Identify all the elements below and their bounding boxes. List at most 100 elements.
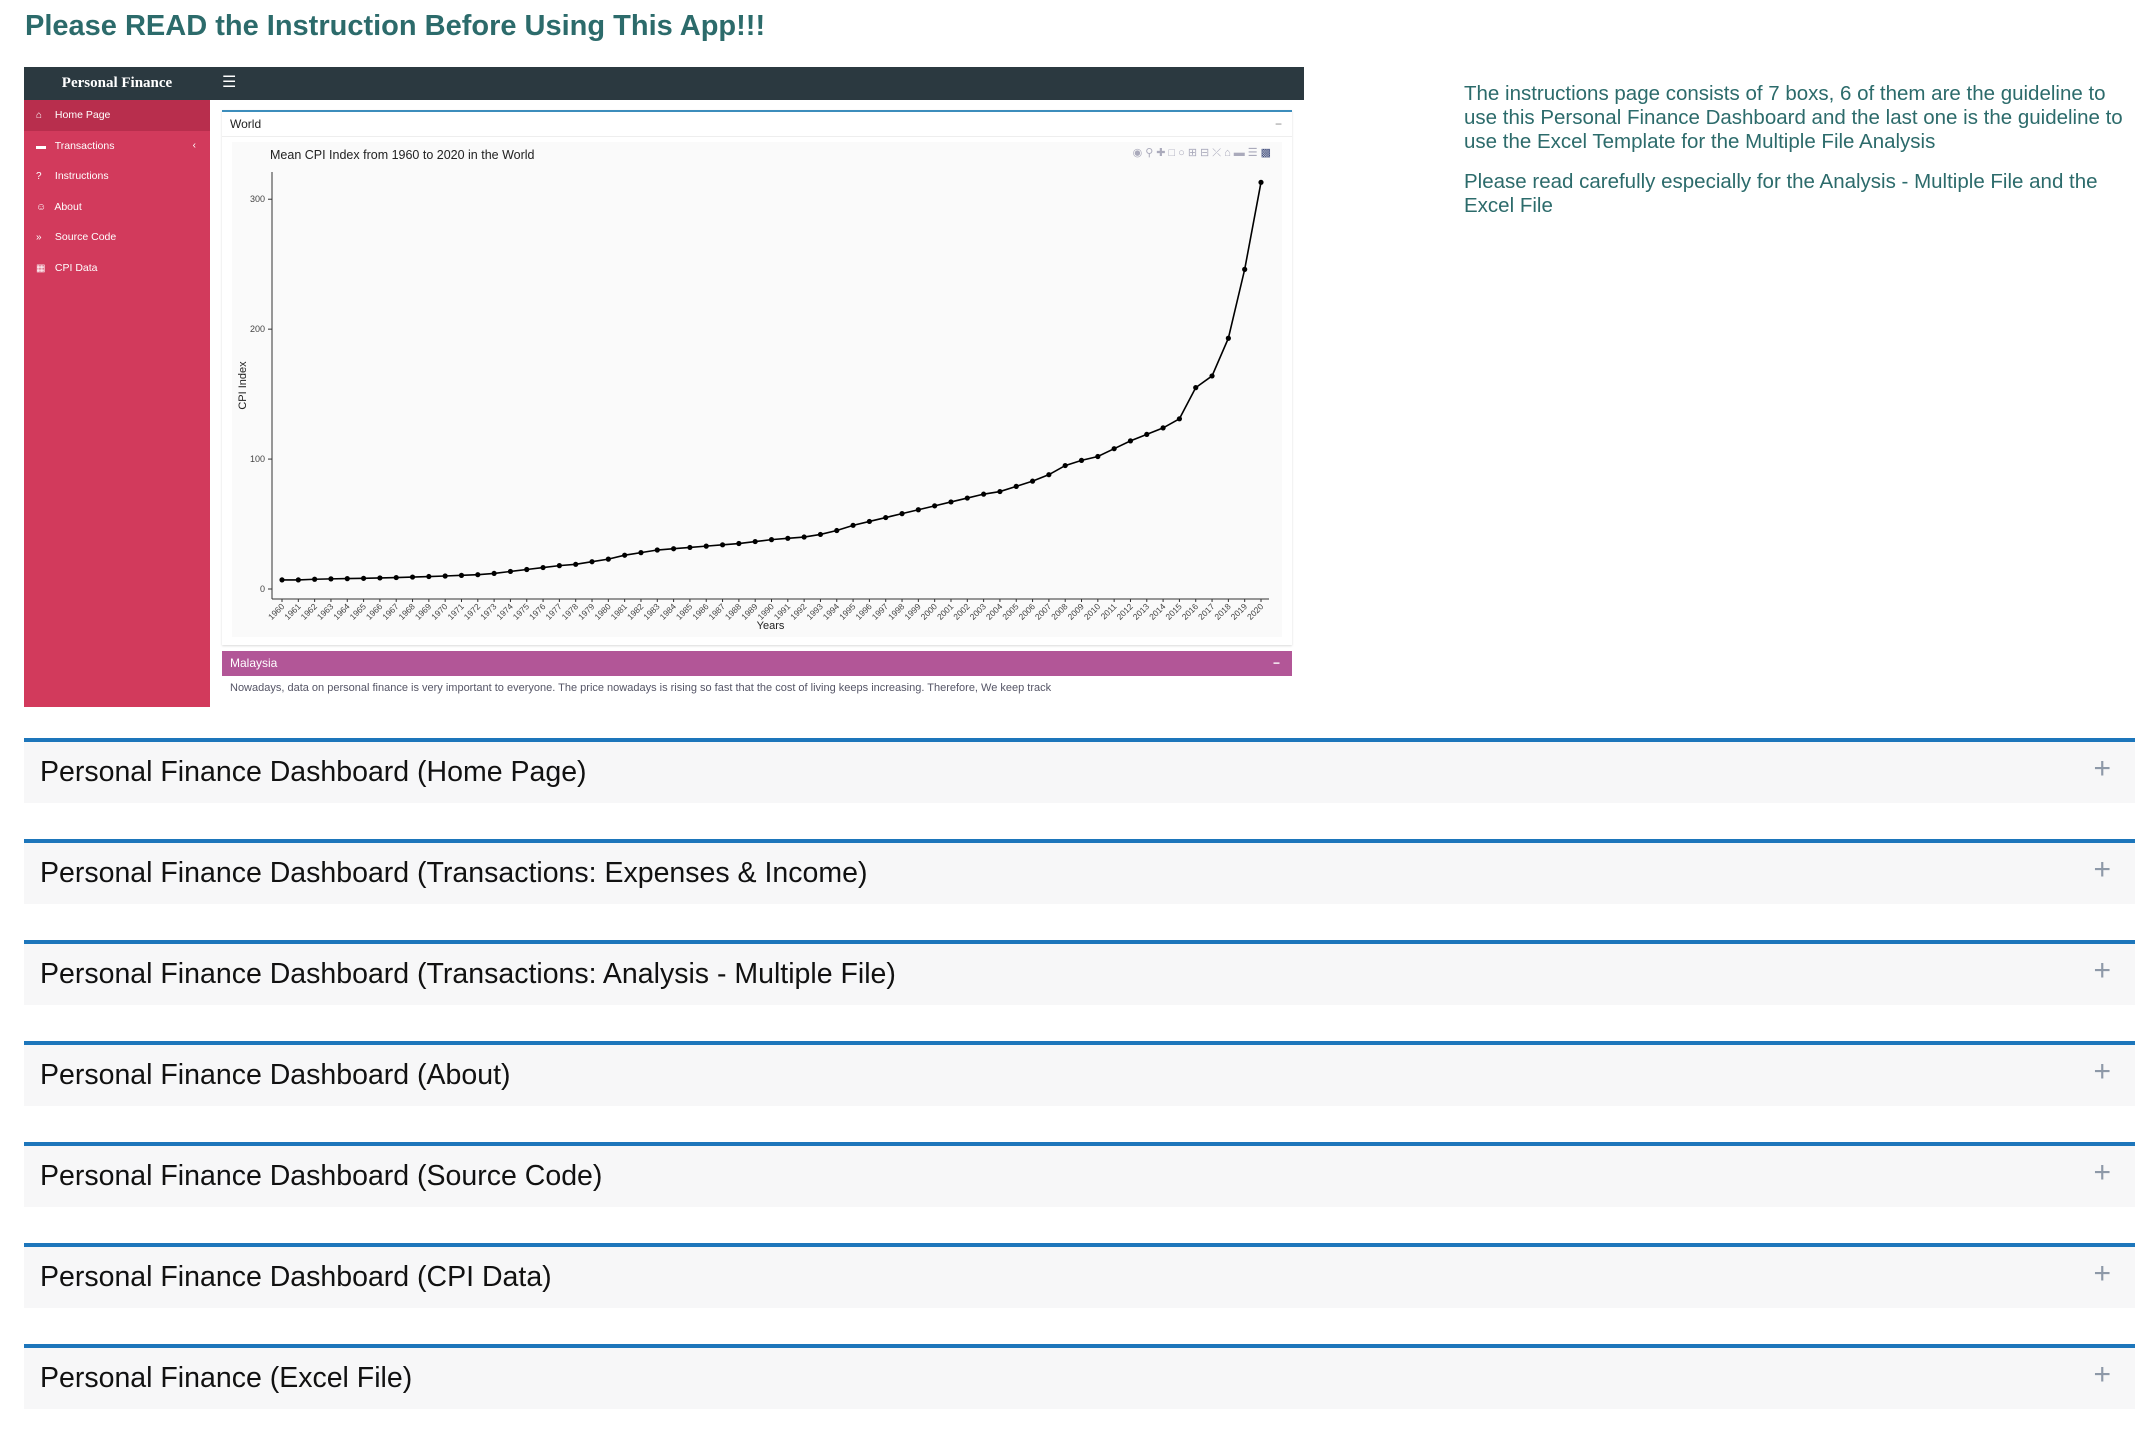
x-tick-label: 1986 [690, 601, 711, 622]
accordion-item-source-code[interactable]: Personal Finance Dashboard (Source Code)… [24, 1142, 2135, 1207]
data-point [1078, 457, 1085, 463]
x-tick-label: 2005 [1000, 601, 1021, 622]
x-tick-label: 1983 [641, 601, 662, 622]
x-tick-label: 2010 [1082, 601, 1103, 622]
data-point [377, 575, 383, 581]
x-tick-label: 2000 [919, 601, 940, 622]
world-box: World − Mean CPI Index from 1960 to 2020… [222, 110, 1292, 645]
x-tick-label: 1995 [837, 601, 858, 622]
x-tick-label: 2007 [1033, 601, 1054, 622]
accordion-title: Personal Finance (Excel File) [40, 1362, 413, 1394]
x-tick-label: 1963 [315, 601, 336, 622]
data-point [1160, 425, 1166, 431]
x-tick-label: 1984 [658, 601, 679, 622]
world-box-header: World − [222, 112, 1292, 137]
x-tick-label: 1974 [494, 601, 515, 622]
cpi-plot: Mean CPI Index from 1960 to 2020 in the … [232, 142, 1282, 637]
x-tick-label: 1971 [445, 601, 466, 622]
x-tick-label: 2006 [1017, 601, 1038, 622]
plus-icon[interactable]: + [2093, 853, 2111, 887]
x-tick-label: 2003 [968, 601, 989, 622]
data-point [1013, 483, 1019, 489]
minimize-icon: − [1272, 656, 1280, 670]
instructions-description: The instructions page consists of 7 boxs… [1464, 82, 2136, 234]
home-icon: ⌂ [36, 110, 43, 121]
x-tick-label: 2013 [1131, 601, 1152, 622]
x-tick-label: 1997 [870, 601, 891, 622]
accordion-item-home-page[interactable]: Personal Finance Dashboard (Home Page) + [24, 738, 2135, 803]
x-tick-label: 2016 [1180, 601, 1201, 622]
x-tick-label: 1966 [364, 601, 385, 622]
x-tick-label: 1961 [282, 601, 303, 622]
x-tick-label: 1989 [739, 601, 760, 622]
x-tick-label: 2020 [1245, 601, 1266, 622]
data-point [540, 564, 546, 571]
malaysia-box-title: Malaysia [230, 656, 278, 670]
data-point [360, 575, 367, 581]
accordion-title: Personal Finance Dashboard (Source Code) [40, 1160, 603, 1192]
brand-logo: Personal Finance [61, 75, 173, 91]
data-point [573, 561, 579, 567]
x-tick-label: 2014 [1147, 601, 1168, 622]
plus-icon[interactable]: + [2093, 1055, 2111, 1089]
accordion-item-about[interactable]: Personal Finance Dashboard (About) + [24, 1041, 2135, 1106]
description-paragraph: Please read carefully especially for the… [1464, 170, 2098, 217]
x-tick-label: 1976 [527, 601, 548, 622]
data-point [1209, 373, 1215, 379]
x-tick-label: 1965 [348, 601, 369, 622]
data-point [736, 540, 742, 547]
data-point [475, 572, 481, 578]
accordion-item-excel-file[interactable]: Personal Finance (Excel File) + [24, 1344, 2135, 1409]
x-tick-label: 1991 [772, 601, 793, 622]
x-tick-label: 1979 [576, 601, 597, 622]
sidebar-item-cpi-data: ▦ CPI Data [24, 253, 210, 284]
x-tick-label: 1968 [396, 601, 417, 622]
x-tick-label: 1969 [413, 601, 434, 622]
accordion-item-cpi-data[interactable]: Personal Finance Dashboard (CPI Data) + [24, 1243, 2135, 1308]
x-tick-label: 1994 [821, 601, 842, 622]
plus-icon[interactable]: + [2093, 1156, 2111, 1190]
table-icon: ▦ [36, 262, 46, 274]
plus-icon[interactable]: + [2093, 1358, 2111, 1392]
sidebar: ⌂ Home Page ▬ Transactions ‹ ? Instructi… [24, 100, 210, 707]
double-chevron-icon: » [36, 232, 42, 243]
cpi-chart-svg: 0100200300196019611962196319641965196619… [237, 172, 1269, 632]
content-area: World − Mean CPI Index from 1960 to 2020… [210, 100, 1304, 707]
data-point [1046, 472, 1052, 478]
data-point [1176, 416, 1183, 422]
series-line [282, 182, 1262, 581]
x-tick-label: 1996 [853, 601, 874, 622]
accordion-item-transactions-expenses-income[interactable]: Personal Finance Dashboard (Transactions… [24, 839, 2135, 904]
description-paragraph: The instructions page consists of 7 boxs… [1464, 82, 2123, 153]
sidebar-item-label: About [54, 200, 82, 213]
x-tick-label: 2004 [984, 601, 1005, 622]
data-point [801, 534, 807, 540]
sidebar-item-about: ☺ About [24, 192, 210, 223]
data-point [1144, 431, 1150, 437]
x-tick-label: 1970 [429, 601, 450, 622]
data-point [1127, 438, 1134, 444]
data-point [507, 568, 514, 575]
data-point [1242, 266, 1248, 272]
y-tick-label: 200 [250, 324, 265, 334]
app-screenshot: Personal Finance ☰ ⌂ Home Page ▬ Transac… [24, 67, 1304, 707]
data-point [491, 570, 497, 577]
x-tick-label: 1978 [560, 601, 581, 622]
data-point [1225, 335, 1231, 341]
accordion-item-transactions-analysis[interactable]: Personal Finance Dashboard (Transactions… [24, 940, 2135, 1005]
y-tick-label: 100 [250, 454, 265, 464]
plus-icon[interactable]: + [2093, 1257, 2111, 1291]
x-tick-label: 1980 [592, 601, 613, 622]
data-point [752, 538, 758, 545]
data-point [638, 550, 644, 556]
plus-icon[interactable]: + [2093, 752, 2111, 786]
data-point [622, 552, 628, 558]
x-tick-label: 2002 [951, 601, 972, 622]
x-tick-label: 1982 [625, 601, 646, 622]
sidebar-item-transactions: ▬ Transactions ‹ [24, 131, 210, 162]
data-point [948, 499, 954, 505]
plus-icon[interactable]: + [2093, 954, 2111, 988]
sidebar-item-label: Instructions [54, 170, 109, 182]
y-axis-label: CPI Index [237, 361, 249, 410]
malaysia-box: Malaysia − Nowadays, data on personal fi… [222, 651, 1292, 707]
